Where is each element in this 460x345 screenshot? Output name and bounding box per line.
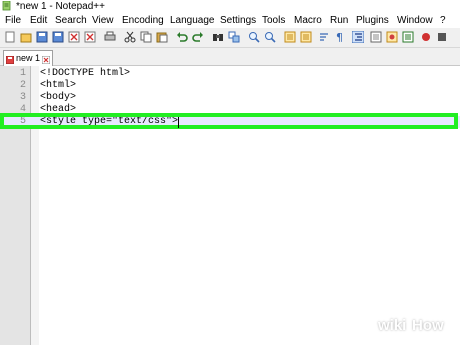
menu-window[interactable]: Window [397, 13, 433, 28]
unsaved-file-icon [5, 54, 15, 65]
title-bar: *new 1 - Notepad++ [0, 0, 460, 13]
menu-view[interactable]: View [92, 13, 114, 28]
replace-icon[interactable] [228, 31, 240, 43]
menu-language[interactable]: Language [170, 13, 215, 28]
code-line[interactable]: 2 <html> [0, 80, 460, 92]
menu-plugins[interactable]: Plugins [356, 13, 389, 28]
new-file-icon[interactable] [4, 31, 16, 43]
code-line[interactable]: 1 <!DOCTYPE html> [0, 68, 460, 80]
undo-icon[interactable] [176, 31, 188, 43]
close-all-icon[interactable] [84, 31, 96, 43]
open-file-icon[interactable] [20, 31, 32, 43]
user-defined-language-icon[interactable] [370, 31, 382, 43]
close-icon[interactable] [41, 54, 51, 65]
line-highlight-box [0, 113, 458, 129]
line-text[interactable]: <html> [40, 80, 76, 92]
copy-icon[interactable] [140, 31, 152, 43]
find-icon[interactable] [212, 31, 224, 43]
paste-icon[interactable] [156, 31, 168, 43]
menu-bar: File Edit Search View Encoding Language … [0, 13, 460, 28]
line-number: 2 [19, 80, 26, 91]
close-file-icon[interactable] [68, 31, 80, 43]
tab-bar: new 1 [0, 48, 460, 66]
window-title: *new 1 - Notepad++ [16, 1, 105, 12]
zoom-out-icon[interactable] [264, 31, 276, 43]
line-text[interactable]: <!DOCTYPE html> [40, 68, 130, 80]
line-text[interactable]: <body> [40, 92, 76, 104]
editor-area[interactable]: 1 <!DOCTYPE html> 2 <html> 3 <body> 4 <h… [0, 66, 460, 345]
tab-new-1[interactable]: new 1 [3, 50, 53, 66]
print-icon[interactable] [104, 31, 116, 43]
menu-run[interactable]: Run [330, 13, 348, 28]
menu-edit[interactable]: Edit [30, 13, 47, 28]
sync-scroll-horizontal-icon[interactable] [300, 31, 312, 43]
toolbar: ¶ [0, 28, 460, 48]
line-number: 1 [19, 68, 26, 79]
tab-label: new 1 [16, 53, 41, 63]
text-caret [178, 117, 179, 128]
menu-file[interactable]: File [5, 13, 21, 28]
notepad-plus-plus-icon [2, 0, 12, 11]
sync-scroll-vertical-icon[interactable] [284, 31, 296, 43]
word-wrap-icon[interactable] [318, 31, 330, 43]
wikihow-watermark: wiki How [370, 315, 458, 339]
menu-settings[interactable]: Settings [220, 13, 256, 28]
menu-macro[interactable]: Macro [294, 13, 322, 28]
menu-encoding[interactable]: Encoding [122, 13, 164, 28]
cut-icon[interactable] [124, 31, 136, 43]
zoom-in-icon[interactable] [248, 31, 260, 43]
watermark-wiki: wiki [378, 317, 407, 334]
redo-icon[interactable] [192, 31, 204, 43]
function-list-icon[interactable] [402, 31, 414, 43]
document-map-icon[interactable] [386, 31, 398, 43]
record-macro-icon[interactable] [420, 31, 432, 43]
svg-text:¶: ¶ [336, 31, 343, 43]
watermark-how: How [412, 317, 444, 334]
save-all-icon[interactable] [52, 31, 64, 43]
menu-search[interactable]: Search [55, 13, 87, 28]
save-icon[interactable] [36, 31, 48, 43]
menu-tools[interactable]: Tools [262, 13, 285, 28]
code-line[interactable]: 3 <body> [0, 92, 460, 104]
indent-guide-icon[interactable] [352, 31, 364, 43]
stop-recording-icon[interactable] [436, 31, 448, 43]
show-all-characters-icon[interactable]: ¶ [334, 31, 346, 43]
line-number: 3 [19, 92, 26, 103]
menu-help[interactable]: ? [440, 13, 446, 28]
